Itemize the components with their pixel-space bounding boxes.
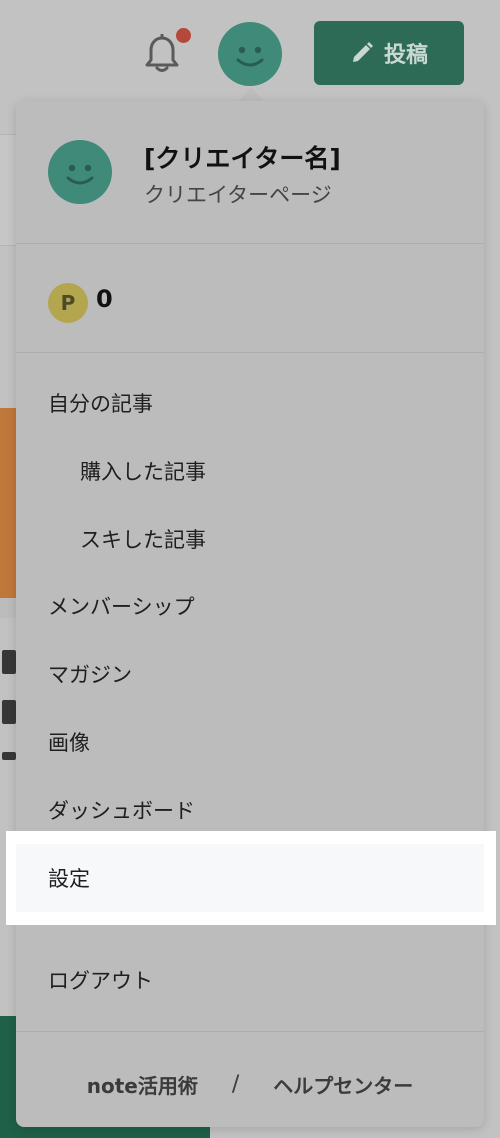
note-tips-link[interactable]: note活用術 xyxy=(87,1070,198,1099)
background-text-fragment xyxy=(0,650,16,680)
footer-separator: / xyxy=(231,1071,240,1097)
menu-item-magazine[interactable]: マガジン xyxy=(16,644,484,704)
points-row[interactable]: P 0 xyxy=(16,244,484,353)
menu-item-liked-articles[interactable]: スキした記事 xyxy=(16,509,484,569)
point-coin-icon: P xyxy=(48,283,88,323)
notification-dot xyxy=(174,26,193,45)
creator-page-label: クリエイターページ xyxy=(144,183,332,207)
help-center-link[interactable]: ヘルプセンター xyxy=(273,1070,413,1099)
menu-caret xyxy=(237,88,265,102)
background-article-thumbnail xyxy=(0,408,16,618)
smiley-face-icon xyxy=(66,164,94,185)
menu-item-my-articles[interactable]: 自分の記事 xyxy=(16,373,484,433)
creator-name: [クリエイター名] xyxy=(144,144,341,173)
menu-item-images[interactable]: 画像 xyxy=(16,712,484,772)
menu-divider xyxy=(16,1031,484,1032)
points-value: 0 xyxy=(96,285,113,313)
menu-item-membership[interactable]: メンバーシップ xyxy=(16,576,484,636)
pencil-icon xyxy=(352,42,373,62)
creator-profile-link[interactable]: [クリエイター名] クリエイターページ xyxy=(16,101,484,244)
user-avatar-button[interactable] xyxy=(218,22,282,86)
account-dropdown-menu: [クリエイター名] クリエイターページ P 0 自分の記事 購入した記事 スキし… xyxy=(16,101,484,1127)
smiley-face-icon xyxy=(236,46,264,67)
post-button[interactable]: 投稿 xyxy=(314,21,464,85)
background-search-panel xyxy=(0,134,16,246)
menu-item-purchased-articles[interactable]: 購入した記事 xyxy=(16,441,484,501)
post-button-label: 投稿 xyxy=(383,43,428,68)
menu-item-logout[interactable]: ログアウト xyxy=(16,950,484,1010)
menu-item-settings[interactable]: 設定 xyxy=(16,844,484,912)
background-text-fragment xyxy=(0,742,16,772)
background-text-fragment xyxy=(0,700,16,730)
menu-footer: note活用術 / ヘルプセンター xyxy=(16,1041,484,1127)
creator-avatar xyxy=(48,140,112,204)
